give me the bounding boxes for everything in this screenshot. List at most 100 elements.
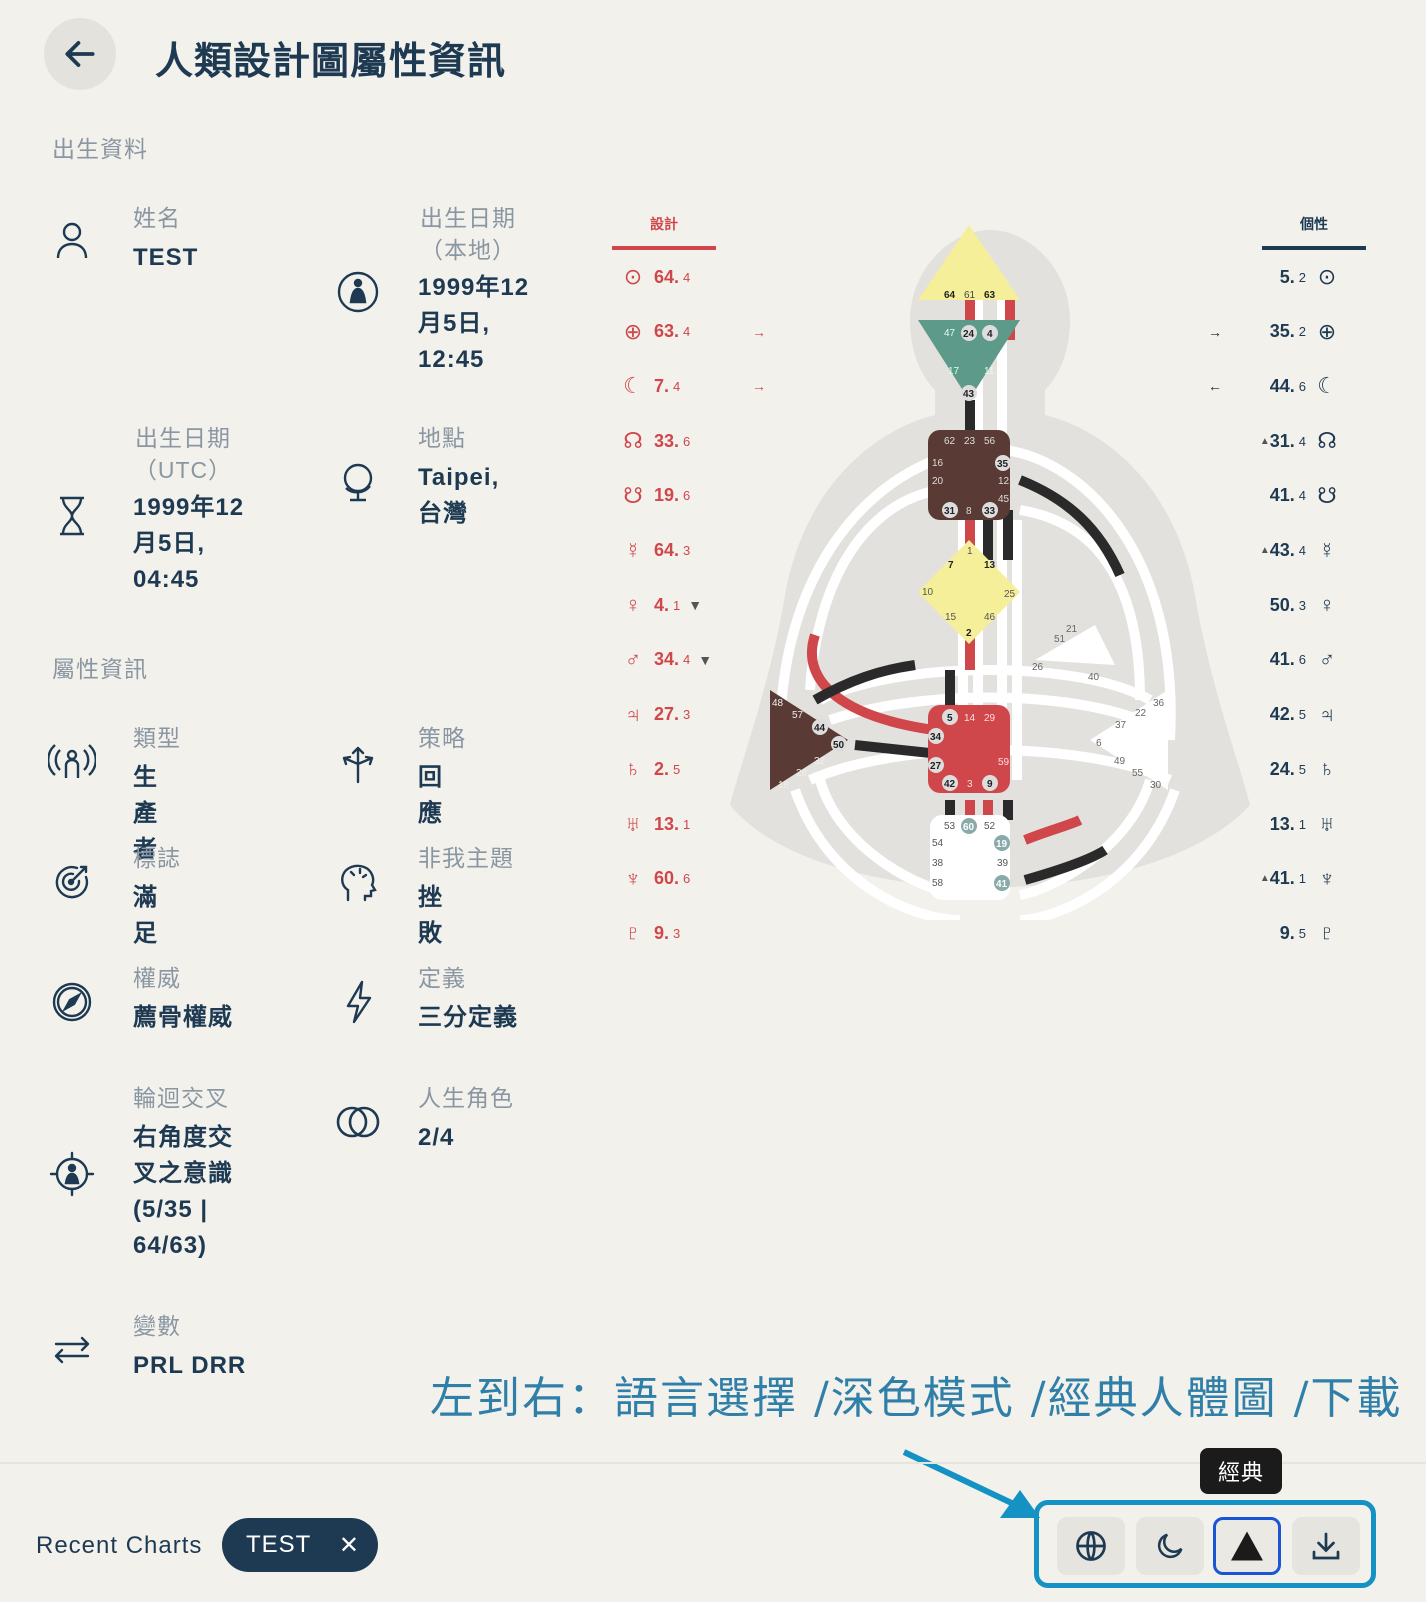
date-local-label: 出生日期（本地） bbox=[420, 205, 516, 263]
gate-value: 4. bbox=[654, 594, 670, 615]
design-planet-row: ♀ 4. 1 ▼ bbox=[620, 592, 702, 618]
gate-label: 37 bbox=[1115, 720, 1127, 731]
classic-tooltip: 經典 bbox=[1200, 1448, 1282, 1494]
name-value: TEST bbox=[133, 244, 199, 271]
design-planet-row: ☾ 7. 4 → bbox=[620, 373, 766, 399]
planet-symbol-icon: ♆ bbox=[624, 865, 642, 891]
gate-label: 19 bbox=[996, 839, 1008, 850]
personality-planet-row: 24. 5 ♄ bbox=[1270, 756, 1340, 782]
rings-icon bbox=[336, 1106, 380, 1138]
recent-chart-chip[interactable]: TEST ✕ bbox=[222, 1518, 378, 1572]
gate-label: 5 bbox=[947, 713, 953, 724]
planet-symbol-icon: ☊ bbox=[623, 428, 643, 454]
planet-symbol-icon: ♄ bbox=[1318, 756, 1336, 782]
lightning-icon bbox=[346, 980, 372, 1024]
gate-value: 34. bbox=[654, 649, 680, 670]
gate-label: 58 bbox=[932, 878, 944, 889]
triangle-icon bbox=[1231, 1531, 1263, 1561]
gate-label: 9 bbox=[987, 779, 993, 790]
date-utc-label: 出生日期（UTC） bbox=[133, 425, 233, 483]
planet-symbol-icon: ♆ bbox=[1318, 865, 1336, 891]
date-utc-value: 1999年12月5日, 04:45 bbox=[133, 494, 245, 593]
variable-label: 變數 bbox=[133, 1313, 181, 1339]
annotation-text: 左到右：語言選擇 /深色模式 /經典人體圖 /下載 bbox=[430, 1373, 1403, 1424]
gate-value: 31. bbox=[1269, 430, 1295, 451]
definition-label: 定義 bbox=[418, 965, 466, 991]
gate-value: 60. bbox=[654, 868, 680, 889]
gate-label: 43 bbox=[963, 389, 975, 400]
line-value: 5 bbox=[1298, 707, 1306, 723]
gate-label: 3 bbox=[967, 779, 973, 790]
design-planet-row: ☊ 33. 6 bbox=[620, 428, 698, 454]
download-icon bbox=[1312, 1532, 1340, 1560]
close-icon[interactable]: ✕ bbox=[339, 1531, 360, 1560]
radiate-person-icon bbox=[48, 744, 96, 778]
chart-toolbar bbox=[1034, 1500, 1376, 1588]
gate-value: 19. bbox=[654, 485, 680, 506]
classic-chart-button[interactable] bbox=[1213, 1517, 1281, 1575]
line-value: 3 bbox=[673, 925, 681, 941]
gate-label: 20 bbox=[932, 476, 944, 487]
gate-label: 29 bbox=[984, 713, 996, 724]
person-icon bbox=[56, 222, 88, 259]
recent-charts-label: Recent Charts bbox=[36, 1532, 203, 1559]
gate-value: 41. bbox=[1269, 485, 1295, 506]
planet-symbol-icon: ♃ bbox=[624, 701, 642, 727]
gate-label: 33 bbox=[984, 506, 996, 517]
gate-label: 27 bbox=[930, 761, 942, 772]
cross-label: 輪迴交叉 bbox=[133, 1085, 229, 1111]
dark-mode-button[interactable] bbox=[1136, 1517, 1204, 1575]
gate-label: 49 bbox=[1114, 756, 1126, 767]
personality-planet-row: ▲ 41. 1 ♆ bbox=[1260, 866, 1340, 892]
line-value: 5 bbox=[1298, 761, 1306, 777]
strategy-label: 策略 bbox=[418, 725, 466, 751]
arrow-left-icon bbox=[65, 41, 95, 67]
gate-value: 2. bbox=[654, 758, 670, 779]
design-planet-row: ♂ 34. 4 ▼ bbox=[620, 647, 712, 673]
planet-symbol-icon: ☊ bbox=[1317, 428, 1337, 454]
download-button[interactable] bbox=[1292, 1517, 1360, 1575]
planet-symbol-icon: ⊙ bbox=[1317, 264, 1337, 289]
line-value: 2 bbox=[1298, 324, 1306, 340]
gate-value: 27. bbox=[654, 704, 680, 725]
gate-value: 41. bbox=[1269, 868, 1295, 889]
personality-planet-row: ▲ 31. 4 ☊ bbox=[1260, 428, 1340, 454]
design-header-label: 設計 bbox=[650, 216, 678, 232]
gate-value: 35. bbox=[1269, 321, 1295, 342]
line-value: 5 bbox=[1298, 925, 1306, 941]
planet-symbol-icon: ⊙ bbox=[623, 264, 643, 289]
globe-stand-icon bbox=[343, 463, 373, 502]
design-planet-row: ♄ 2. 5 bbox=[620, 756, 688, 782]
back-button[interactable] bbox=[44, 18, 116, 90]
gate-value: 7. bbox=[654, 375, 670, 396]
gate-label: 35 bbox=[997, 459, 1009, 470]
gate-label: 54 bbox=[932, 838, 944, 849]
gate-value: 13. bbox=[1269, 813, 1295, 834]
personality-header-label: 個性 bbox=[1300, 216, 1328, 232]
design-planet-row: ♆ 60. 6 bbox=[620, 866, 698, 892]
line-value: 6 bbox=[683, 871, 691, 887]
planet-symbol-icon: ⊕ bbox=[1317, 318, 1337, 344]
line-value: 4 bbox=[1298, 433, 1306, 449]
gate-label: 10 bbox=[922, 587, 934, 598]
fixing-mark: ▲ bbox=[1259, 873, 1270, 885]
line-value: 1 bbox=[683, 816, 691, 832]
gate-label: 15 bbox=[945, 612, 957, 623]
personality-planet-row: 5. 2 ⊙ bbox=[1280, 264, 1340, 290]
planet-symbol-icon: ♃ bbox=[1318, 701, 1336, 727]
bodygraph-chart: 64 61 63 47 24 4 17 11 43 62 23 56 16 35… bbox=[730, 225, 1250, 920]
design-planet-row: ⊕ 63. 4 → bbox=[620, 319, 766, 345]
fixing-mark: ▲ bbox=[1259, 545, 1270, 556]
gate-label: 18 bbox=[778, 780, 790, 791]
gate-value: 64. bbox=[654, 266, 680, 287]
type-label: 類型 bbox=[133, 725, 181, 751]
design-planet-row: ♃ 27. 3 bbox=[620, 702, 698, 728]
strategy-value: 回應 bbox=[418, 764, 443, 827]
gate-value: 33. bbox=[654, 430, 680, 451]
gate-label: 1 bbox=[967, 546, 973, 557]
personality-planet-row: → 35. 2 ⊕ bbox=[1208, 318, 1340, 345]
gate-label: 2 bbox=[966, 628, 972, 639]
moon-icon bbox=[1157, 1533, 1183, 1559]
fixing-mark: ▼ bbox=[688, 597, 703, 614]
language-button[interactable] bbox=[1057, 1517, 1125, 1575]
